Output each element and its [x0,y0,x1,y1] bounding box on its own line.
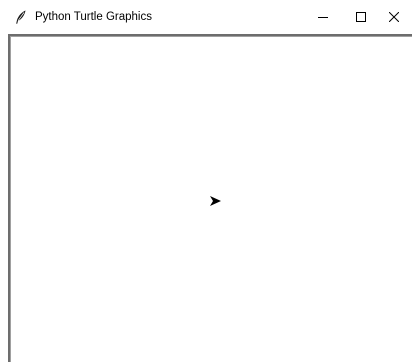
close-button[interactable] [376,0,412,33]
feather-icon [16,10,26,24]
title-bar[interactable]: Python Turtle Graphics [0,0,412,33]
arrow-cursor-icon [210,196,221,206]
maximize-icon [356,11,366,22]
close-icon [389,11,399,22]
turtle-window: Python Turtle Graphics [0,0,412,362]
window-title: Python Turtle Graphics [35,11,152,23]
minimize-icon [318,16,328,18]
